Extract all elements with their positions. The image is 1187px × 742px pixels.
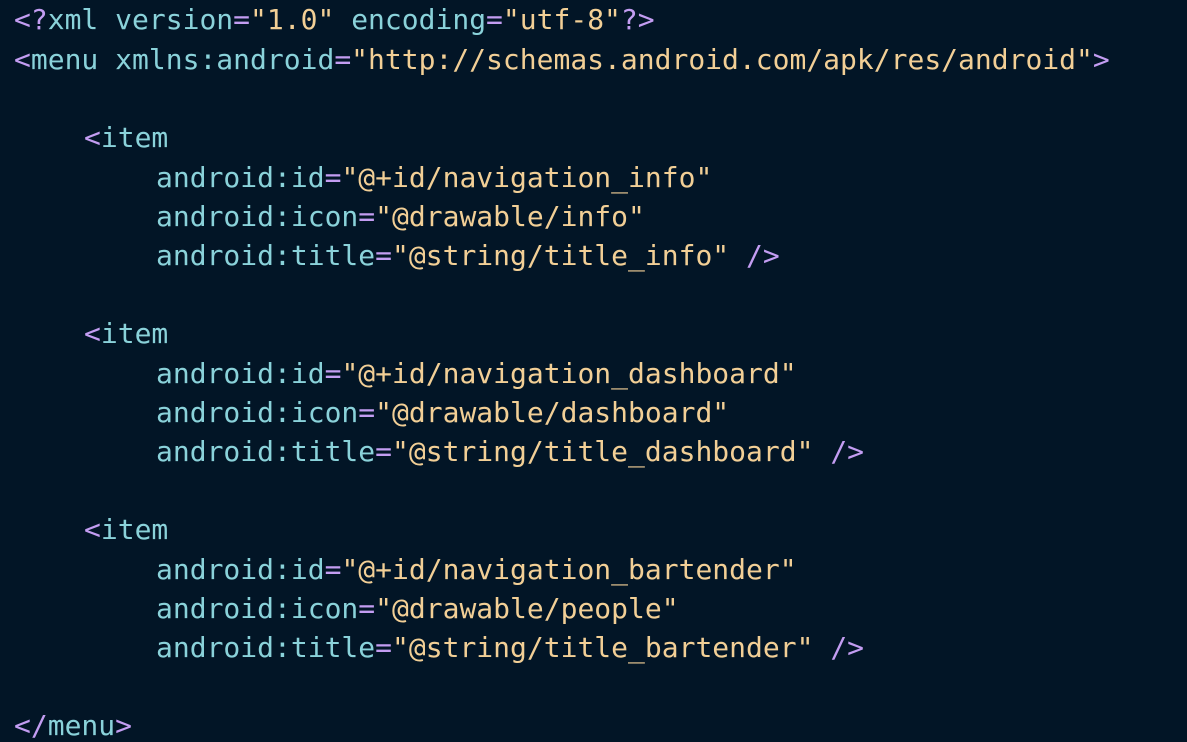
token-string: "@drawable/dashboard" [375,396,730,429]
token-attribute: android:icon [156,396,359,429]
token-equals: = [375,631,393,664]
token-attribute: android:icon [156,592,359,625]
code-editor[interactable]: <?xml version="1.0" encoding="utf-8"?> <… [0,0,1187,742]
code-line-item-title: android:title="@string/title_bartender" … [14,628,864,668]
code-line-item-open: <item [14,118,168,158]
token-equals: = [375,239,393,272]
token-bracket: ?> [620,3,655,36]
token-attribute: version [115,3,234,36]
token-equals: = [358,396,376,429]
token-bracket: < [84,121,101,154]
token-equals: = [358,592,376,625]
token-string: "@+id/navigation_info" [341,161,713,194]
code-line-item-id: android:id="@+id/navigation_bartender" [14,550,797,590]
token-bracket: < [14,43,31,76]
token-tag-name: item [100,121,169,154]
token-string: "@string/title_bartender" [392,631,814,664]
token-string: "@string/title_dashboard" [392,435,814,468]
code-line-item-title: android:title="@string/title_dashboard" … [14,432,864,472]
token-equals: = [233,3,251,36]
token-attribute: android:title [156,239,376,272]
token-bracket: /> [746,239,780,272]
token-equals: = [375,435,393,468]
token-bracket: < [84,317,101,350]
token-attribute: xmlns:android [115,43,335,76]
code-line-item-id: android:id="@+id/navigation_dashboard" [14,354,797,394]
token-attribute: android:title [156,435,376,468]
token-tag-name: menu [30,43,99,76]
code-line-item-icon: android:icon="@drawable/dashboard" [14,393,729,433]
token-equals: = [334,43,352,76]
token-attribute: android:icon [156,200,359,233]
token-string: "http://schemas.android.com/apk/res/andr… [351,43,1093,76]
code-line-item-icon: android:icon="@drawable/people" [14,589,679,629]
token-attribute: android:title [156,631,376,664]
token-bracket: <? [14,3,48,36]
token-attribute: encoding [351,3,487,36]
token-bracket: > [1092,43,1110,76]
code-line-item-open: <item [14,510,168,550]
token-decl-name: xml [47,3,99,36]
code-line-item-title: android:title="@string/title_info" /> [14,236,780,276]
code-line-menu-open: <menu xmlns:android="http://schemas.andr… [14,40,1110,80]
token-tag-name: item [100,317,169,350]
token-attribute: android:id [156,161,325,194]
token-string: "@drawable/people" [375,592,679,625]
token-tag-name: menu [47,709,116,742]
code-line-xml-declaration: <?xml version="1.0" encoding="utf-8"?> [14,0,655,40]
token-bracket: /> [830,435,865,468]
token-string: "1.0" [250,3,335,36]
code-line-item-id: android:id="@+id/navigation_info" [14,158,712,198]
token-string: "@drawable/info" [375,200,645,233]
code-line-item-open: <item [14,314,168,354]
token-bracket: </ [14,709,48,742]
token-bracket: < [84,513,101,546]
token-string: "@+id/navigation_dashboard" [341,357,797,390]
token-equals: = [358,200,376,233]
token-bracket: > [115,709,133,742]
token-string: "@string/title_info" [392,239,730,272]
token-string: "utf-8" [502,3,621,36]
token-attribute: android:id [156,357,325,390]
token-attribute: android:id [156,553,325,586]
token-bracket: /> [830,631,865,664]
token-tag-name: item [100,513,169,546]
token-string: "@+id/navigation_bartender" [341,553,797,586]
code-line-menu-close: </menu> [14,706,132,742]
token-equals: = [324,357,342,390]
token-equals: = [324,553,342,586]
code-line-item-icon: android:icon="@drawable/info" [14,197,645,237]
token-equals: = [324,161,342,194]
token-equals: = [486,3,503,36]
